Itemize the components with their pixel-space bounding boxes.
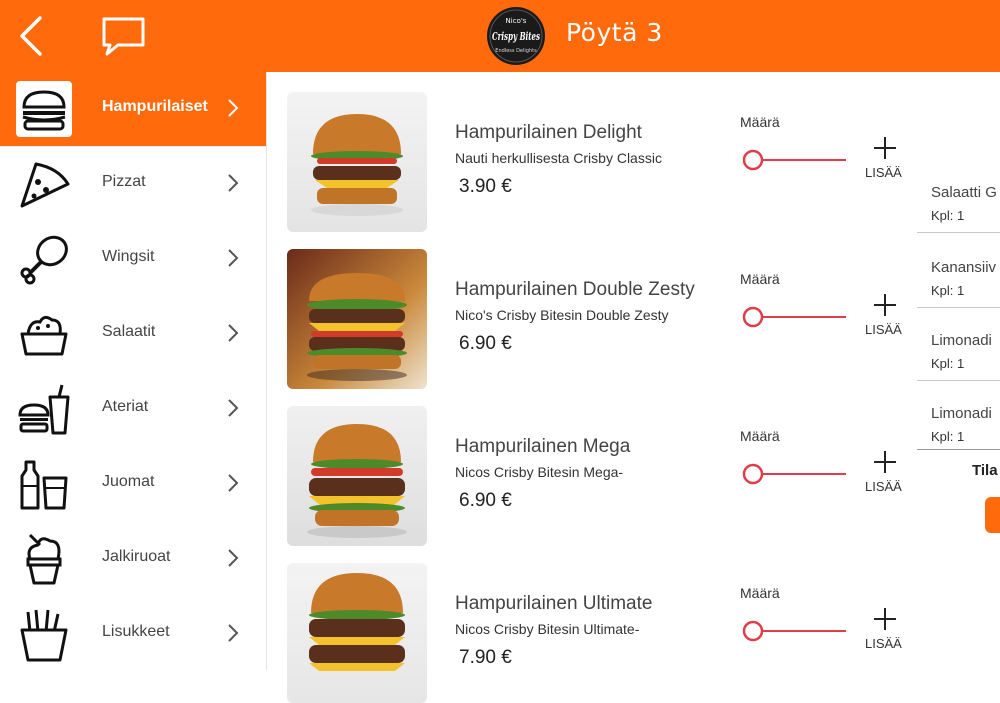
logo-top-text: Nico's bbox=[506, 17, 527, 25]
burger-image bbox=[287, 92, 427, 232]
sidebar-item-label: Ateriat bbox=[102, 398, 149, 415]
sidebar-item-salaatit[interactable]: Salaatit bbox=[0, 297, 266, 371]
top-bar: Nico's Crispy Bites Endless Delights Pöy… bbox=[0, 0, 1000, 72]
item-name: Hampurilainen Mega bbox=[455, 436, 631, 457]
order-item-name: Limonadi bbox=[931, 405, 992, 422]
plus-icon bbox=[874, 137, 896, 159]
sidebar-item-pizzat[interactable]: Pizzat bbox=[0, 147, 266, 221]
add-button[interactable]: LISÄÄ bbox=[863, 605, 907, 655]
chevron-right-icon bbox=[228, 624, 239, 642]
menu-item: Hampurilainen Ultimate Nicos Crisby Bite… bbox=[287, 563, 907, 703]
burger-icon bbox=[16, 81, 72, 137]
sidebar-item-label: Wingsit bbox=[102, 248, 155, 265]
drinks-icon bbox=[16, 456, 72, 512]
burger-image bbox=[287, 249, 427, 389]
sidebar-item-label: Lisukkeet bbox=[102, 623, 170, 640]
menu-item: Hampurilainen Double Zesty Nico's Crisby… bbox=[287, 249, 907, 389]
sidebar-item-label: Pizzat bbox=[102, 173, 146, 190]
logo-tagline-text: Endless Delights bbox=[495, 48, 537, 54]
quantity-slider[interactable] bbox=[742, 305, 848, 329]
logo-main-text: Crispy Bites bbox=[492, 30, 540, 43]
sidebar-item-wingsit[interactable]: Wingsit bbox=[0, 222, 266, 296]
sidebar-item-ateriat[interactable]: Ateriat bbox=[0, 372, 266, 446]
chevron-right-icon bbox=[228, 474, 239, 492]
order-item-name: Kanansiiv bbox=[931, 259, 997, 276]
burger-image bbox=[287, 563, 427, 703]
menu-item: Hampurilainen Delight Nauti herkullisest… bbox=[287, 92, 907, 232]
item-description: Nicos Crisby Bitesin Mega- bbox=[455, 464, 624, 480]
quantity-label: Määrä bbox=[740, 585, 780, 601]
category-sidebar: Hampurilaiset Pizzat Wingsit Salaatit At… bbox=[0, 72, 267, 670]
item-price: 3.90 € bbox=[459, 176, 512, 197]
order-submit-button[interactable] bbox=[985, 497, 1000, 533]
order-item-qty: Kpl: 1 bbox=[931, 429, 965, 444]
add-button-label: LISÄÄ bbox=[865, 479, 902, 494]
chicken-leg-icon bbox=[16, 231, 72, 287]
restaurant-logo: Nico's Crispy Bites Endless Delights bbox=[486, 6, 546, 66]
order-item[interactable]: Limonadi Kpl: 1 bbox=[917, 318, 1000, 381]
order-item-qty: Kpl: 1 bbox=[931, 208, 965, 223]
order-item-name: Limonadi bbox=[931, 332, 992, 349]
salad-bowl-icon bbox=[16, 306, 72, 362]
order-item[interactable]: Limonadi Kpl: 1 bbox=[917, 391, 1000, 450]
plus-icon bbox=[874, 294, 896, 316]
order-item-qty: Kpl: 1 bbox=[931, 356, 965, 371]
item-name: Hampurilainen Ultimate bbox=[455, 593, 653, 614]
add-button-label: LISÄÄ bbox=[865, 636, 902, 651]
item-description: Nauti herkullisesta Crisby Classic bbox=[455, 150, 662, 166]
sidebar-item-hampurilaiset[interactable]: Hampurilaiset bbox=[0, 72, 266, 146]
burger-image bbox=[287, 406, 427, 546]
back-button[interactable] bbox=[14, 14, 50, 58]
add-button-label: LISÄÄ bbox=[865, 322, 902, 337]
add-button[interactable]: LISÄÄ bbox=[863, 291, 907, 341]
order-list[interactable]: Salaatti G Kpl: 1 Kanansiiv Kpl: 1 Limon… bbox=[917, 170, 1000, 450]
plus-icon bbox=[874, 451, 896, 473]
sidebar-item-label: Salaatit bbox=[102, 323, 156, 340]
quantity-slider[interactable] bbox=[742, 148, 848, 172]
quantity-label: Määrä bbox=[740, 114, 780, 130]
chevron-right-icon bbox=[228, 399, 239, 417]
chevron-right-icon bbox=[228, 324, 239, 342]
chat-button[interactable] bbox=[100, 16, 148, 58]
fries-icon bbox=[16, 606, 72, 662]
item-price: 7.90 € bbox=[459, 647, 512, 668]
sidebar-item-label: Juomat bbox=[102, 473, 155, 490]
sidebar-item-label: Jalkiruoat bbox=[102, 548, 171, 565]
quantity-slider[interactable] bbox=[742, 619, 848, 643]
chevron-right-icon bbox=[228, 549, 239, 567]
back-chevron-icon bbox=[20, 16, 42, 56]
chevron-right-icon bbox=[228, 174, 239, 192]
item-description: Nicos Crisby Bitesin Ultimate- bbox=[455, 621, 640, 637]
item-name: Hampurilainen Delight bbox=[455, 122, 642, 143]
order-submit-label: Tila bbox=[972, 462, 998, 479]
order-divider bbox=[917, 449, 1000, 450]
order-item[interactable]: Salaatti G Kpl: 1 bbox=[917, 170, 1000, 233]
sidebar-item-juomat[interactable]: Juomat bbox=[0, 447, 266, 521]
chevron-right-icon bbox=[228, 99, 239, 117]
item-price: 6.90 € bbox=[459, 333, 512, 354]
item-name: Hampurilainen Double Zesty bbox=[455, 279, 695, 300]
order-item-name: Salaatti G bbox=[931, 184, 997, 201]
page-title: Pöytä 3 bbox=[566, 18, 663, 47]
add-button[interactable]: LISÄÄ bbox=[863, 448, 907, 498]
sidebar-item-label: Hampurilaiset bbox=[102, 98, 208, 115]
quantity-label: Määrä bbox=[740, 271, 780, 287]
pizza-icon bbox=[16, 156, 72, 212]
menu-item: Hampurilainen Mega Nicos Crisby Bitesin … bbox=[287, 406, 907, 546]
order-item-qty: Kpl: 1 bbox=[931, 283, 965, 298]
order-item[interactable]: Kanansiiv Kpl: 1 bbox=[917, 245, 1000, 308]
quantity-label: Määrä bbox=[740, 428, 780, 444]
sidebar-item-jalkiruoat[interactable]: Jalkiruoat bbox=[0, 522, 266, 596]
meal-icon bbox=[16, 381, 72, 437]
chevron-right-icon bbox=[228, 249, 239, 267]
sidebar-item-lisukkeet[interactable]: Lisukkeet bbox=[0, 597, 266, 671]
add-button-label: LISÄÄ bbox=[865, 165, 902, 180]
plus-icon bbox=[874, 608, 896, 630]
chat-bubble-icon bbox=[102, 17, 145, 56]
add-button[interactable]: LISÄÄ bbox=[863, 134, 907, 184]
quantity-slider[interactable] bbox=[742, 462, 848, 486]
item-description: Nico's Crisby Bitesin Double Zesty bbox=[455, 307, 669, 323]
ice-cream-icon bbox=[16, 531, 72, 587]
item-price: 6.90 € bbox=[459, 490, 512, 511]
